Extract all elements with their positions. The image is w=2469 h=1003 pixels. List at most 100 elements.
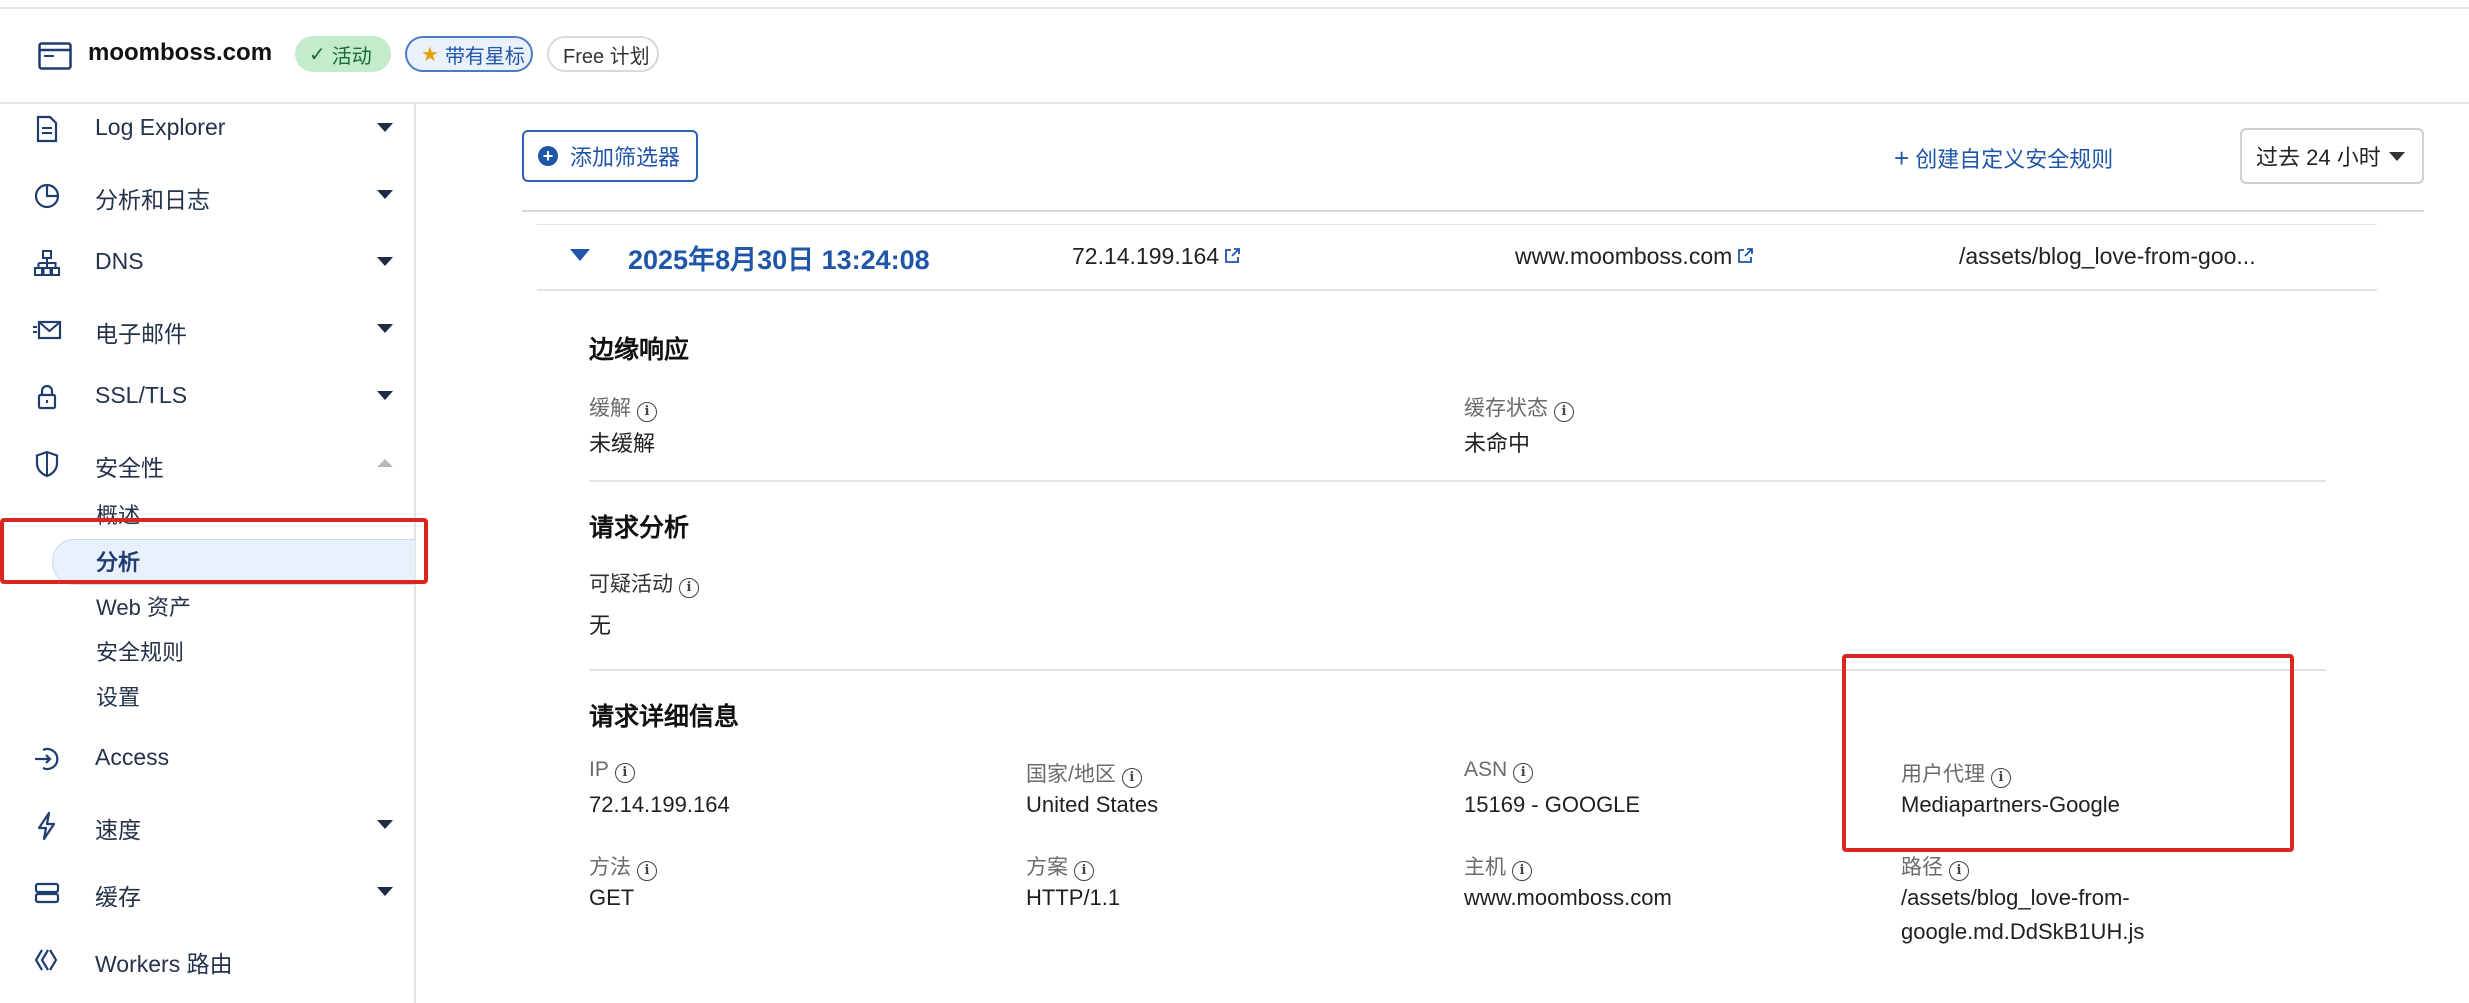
- cache-icon: [34, 882, 60, 904]
- site-name: moomboss.com: [88, 39, 273, 66]
- sidebar-item-label: 分析和日志: [95, 187, 210, 213]
- plus-circle-icon: +: [538, 146, 558, 166]
- star-icon: ★: [421, 43, 439, 66]
- sidebar-item-ssl-tls[interactable]: SSL/TLS: [0, 372, 414, 422]
- info-icon[interactable]: i: [1512, 861, 1532, 881]
- email-icon: [33, 320, 62, 340]
- field-value-suspicious: 无: [589, 613, 612, 638]
- sidebar-item-security[interactable]: 安全性: [0, 439, 414, 489]
- field-value-asn: 15169 - GOOGLE: [1464, 792, 1641, 817]
- sidebar-item-label: 缓存: [95, 884, 141, 910]
- external-link-icon[interactable]: [1223, 247, 1241, 265]
- plus-icon: +: [1894, 143, 1910, 173]
- collapse-row-icon[interactable]: [570, 249, 590, 261]
- create-custom-rule-link[interactable]: + 创建自定义安全规则: [1894, 142, 2113, 174]
- section-title-request-analysis: 请求分析: [589, 514, 690, 542]
- field-value-country: United States: [1026, 792, 1159, 817]
- sidebar-item-label: 安全性: [95, 455, 164, 481]
- field-value-method: GET: [589, 885, 635, 910]
- log-explorer-icon: [36, 115, 58, 143]
- divider: [589, 480, 2326, 482]
- field-label-text: 缓解: [589, 397, 631, 420]
- starred-badge[interactable]: ★ 带有星标: [405, 36, 533, 72]
- chevron-down-icon: [377, 190, 393, 199]
- field-value-ip: 72.14.199.164: [589, 792, 730, 817]
- lightning-icon: [37, 811, 56, 841]
- sidebar-item-label: Workers 路由: [95, 951, 233, 977]
- field-label-mitigation: 缓解 i: [589, 392, 657, 422]
- chevron-down-icon: [377, 123, 393, 132]
- field-label-text: 国家/地区: [1026, 763, 1116, 786]
- info-icon[interactable]: i: [637, 402, 657, 422]
- highlight-box-analytics: [0, 518, 428, 584]
- sidebar-item-email[interactable]: 电子邮件: [0, 305, 414, 355]
- status-badge-label: 活动: [331, 45, 372, 68]
- field-value-scheme: HTTP/1.1: [1026, 885, 1121, 910]
- browser-window-icon: [38, 42, 72, 70]
- event-host[interactable]: www.moomboss.com: [1515, 243, 1754, 270]
- sidebar-item-label: Access: [95, 744, 170, 770]
- event-ip[interactable]: 72.14.199.164: [1072, 243, 1241, 270]
- sidebar-sub-settings[interactable]: 设置: [96, 680, 140, 712]
- sidebar-sub-security-rules[interactable]: 安全规则: [96, 635, 184, 667]
- field-label-country: 国家/地区 i: [1026, 758, 1142, 788]
- divider: [522, 210, 2424, 212]
- chevron-down-icon: [2388, 151, 2405, 161]
- divider: [537, 289, 2377, 291]
- field-value-path-line1: /assets/blog_love-from-: [1901, 885, 2130, 910]
- sidebar-item-workers-routes[interactable]: Workers 路由: [0, 935, 414, 985]
- field-label-text: 缓存状态: [1464, 397, 1548, 420]
- chevron-down-icon: [377, 887, 393, 896]
- sidebar-item-label: 速度: [95, 817, 141, 843]
- field-label-scheme: 方案 i: [1026, 851, 1094, 881]
- section-title-request-details: 请求详细信息: [589, 703, 740, 731]
- field-label-text: IP: [589, 758, 609, 781]
- info-icon[interactable]: i: [614, 763, 635, 783]
- dns-network-icon: [34, 250, 60, 276]
- info-icon[interactable]: i: [1554, 402, 1574, 422]
- info-icon[interactable]: i: [1121, 768, 1142, 788]
- field-label-suspicious: 可疑活动 i: [589, 568, 699, 598]
- sidebar-item-access[interactable]: Access: [0, 734, 414, 784]
- field-value-mitigation: 未缓解: [589, 431, 656, 456]
- info-icon[interactable]: i: [1074, 861, 1094, 881]
- plan-badge: Free 计划: [547, 36, 659, 72]
- sidebar-sub-web-assets[interactable]: Web 资产: [96, 590, 191, 622]
- sidebar-item-analytics[interactable]: 分析和日志: [0, 171, 414, 221]
- chevron-up-icon: [377, 459, 393, 467]
- time-range-select[interactable]: 过去 24 小时: [2240, 128, 2424, 184]
- field-label-path: 路径 i: [1901, 851, 1969, 881]
- top-edge: [0, 0, 2469, 9]
- sidebar-item-cache[interactable]: 缓存: [0, 868, 414, 918]
- plan-badge-label: Free 计划: [563, 45, 650, 68]
- field-label-text: 路径: [1901, 856, 1943, 879]
- sidebar-item-log-explorer[interactable]: Log Explorer: [0, 104, 414, 154]
- field-value-host: www.moomboss.com: [1464, 885, 1672, 910]
- event-path[interactable]: /assets/blog_love-from-goo...: [1959, 243, 2289, 270]
- info-icon[interactable]: i: [1949, 861, 1969, 881]
- field-label-text: 可疑活动: [589, 573, 673, 596]
- sidebar-item-dns[interactable]: DNS: [0, 238, 414, 288]
- sidebar-item-label: 电子邮件: [95, 321, 187, 347]
- event-ip-text: 72.14.199.164: [1072, 243, 1220, 269]
- sidebar-item-speed[interactable]: 速度: [0, 801, 414, 851]
- pie-chart-icon: [34, 183, 60, 209]
- info-icon[interactable]: i: [637, 861, 657, 881]
- external-link-icon[interactable]: [1736, 247, 1754, 265]
- field-label-text: 主机: [1464, 856, 1506, 879]
- divider: [537, 224, 2377, 225]
- shield-icon: [35, 450, 59, 478]
- field-label-host: 主机 i: [1464, 851, 1532, 881]
- info-icon[interactable]: i: [1513, 763, 1534, 783]
- field-value-cache-status: 未命中: [1464, 431, 1531, 456]
- event-datetime[interactable]: 2025年8月30日 13:24:08: [628, 238, 930, 277]
- field-label-method: 方法 i: [589, 851, 657, 881]
- field-label-text: ASN: [1464, 758, 1508, 781]
- event-host-text: www.moomboss.com: [1515, 243, 1733, 269]
- info-icon[interactable]: i: [679, 578, 699, 598]
- add-filter-button[interactable]: + 添加筛选器: [522, 130, 698, 182]
- chevron-down-icon: [377, 324, 393, 333]
- field-label-text: 方案: [1026, 856, 1068, 879]
- chevron-down-icon: [377, 820, 393, 829]
- sidebar-item-label: Log Explorer: [95, 114, 226, 140]
